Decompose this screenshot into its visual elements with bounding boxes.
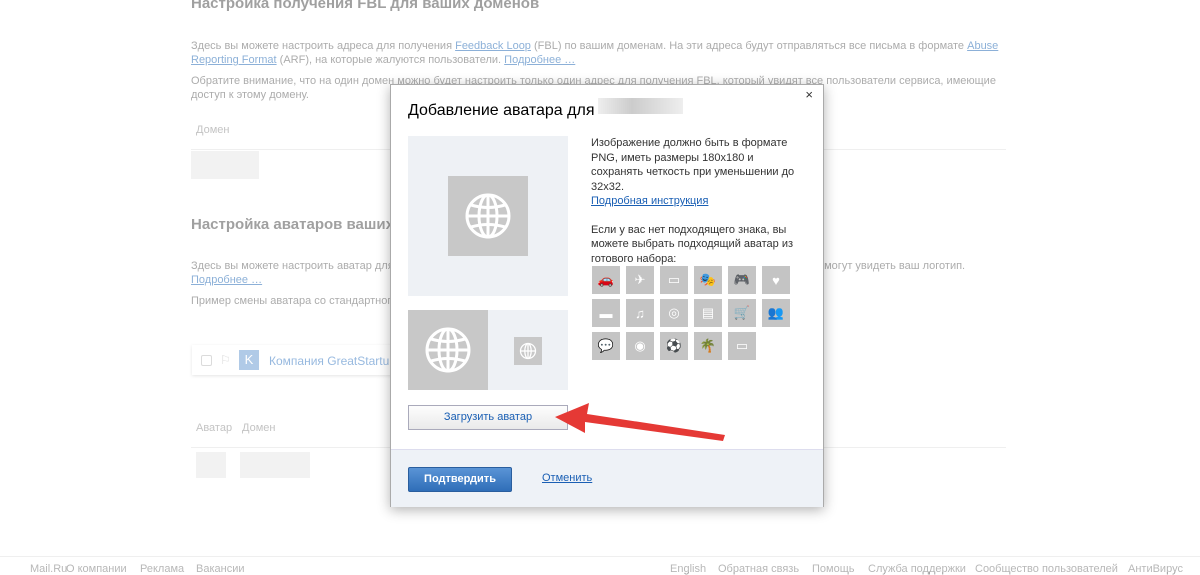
instruction-link[interactable]: Подробная инструкция	[591, 195, 708, 207]
gamepad-icon[interactable]: 🎮	[728, 266, 756, 294]
globe-icon	[448, 176, 528, 256]
theater-masks-icon[interactable]: 🎭	[694, 266, 722, 294]
printer-icon[interactable]: ▭	[660, 266, 688, 294]
music-note-icon[interactable]: ♫	[626, 299, 654, 327]
disc-icon[interactable]: ◉	[626, 332, 654, 360]
credit-card-icon[interactable]: ▬	[592, 299, 620, 327]
monitor-icon[interactable]: ▭	[728, 332, 756, 360]
heart-icon[interactable]: ♥	[762, 266, 790, 294]
format-text: Изображение должно быть в формате PNG, и…	[591, 137, 795, 193]
preset-text: Если у вас нет подходящего знака, вы мож…	[591, 223, 794, 265]
globe-icon[interactable]: ◎	[660, 299, 688, 327]
globe-icon-small	[514, 337, 542, 365]
globe-icon	[408, 310, 488, 390]
plane-icon[interactable]: ✈	[626, 266, 654, 294]
dialog-title: Добавление аватара для	[408, 102, 595, 119]
palm-island-icon[interactable]: 🌴	[694, 332, 722, 360]
chat-bubbles-icon[interactable]: 💬	[592, 332, 620, 360]
close-icon[interactable]: ×	[805, 87, 813, 102]
confirm-button[interactable]: Подтвердить	[408, 467, 512, 492]
soccer-ball-icon[interactable]: ⚽	[660, 332, 688, 360]
upload-avatar-button[interactable]: Загрузить аватар	[408, 405, 568, 430]
car-icon[interactable]: 🚗	[592, 266, 620, 294]
red-arrow-annotation	[555, 403, 725, 441]
people-icon[interactable]: 👥	[762, 299, 790, 327]
cancel-link[interactable]: Отменить	[542, 472, 592, 484]
avatar-requirements: Изображение должно быть в формате PNG, и…	[591, 136, 806, 266]
blurred-domain-name	[598, 98, 683, 114]
store-icon[interactable]: ▤	[694, 299, 722, 327]
avatar-preview-sizes	[408, 310, 568, 390]
dialog-footer: Подтвердить Отменить	[391, 449, 823, 507]
cart-icon[interactable]: 🛒	[728, 299, 756, 327]
avatar-preview-large	[408, 136, 568, 296]
